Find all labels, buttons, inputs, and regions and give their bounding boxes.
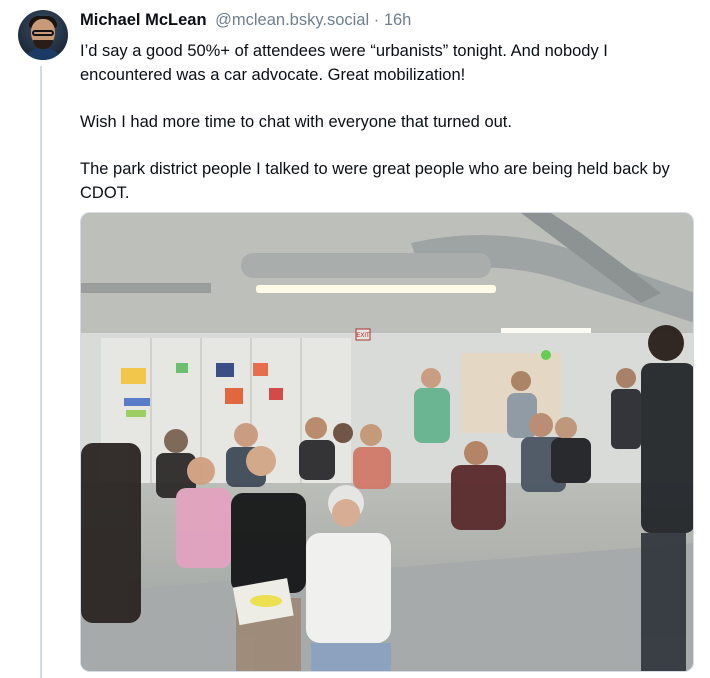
post-timestamp[interactable]: 16h bbox=[384, 11, 412, 29]
post-paragraph-2: Wish I had more time to chat with everyo… bbox=[80, 113, 512, 131]
exit-sign-text: EXIT bbox=[356, 333, 370, 339]
author-handle[interactable]: @mclean.bsky.social bbox=[215, 11, 369, 29]
post-paragraph-1: I’d say a good 50%+ of attendees were “u… bbox=[80, 42, 608, 84]
meeting-photo-illustration: EXIT bbox=[81, 213, 693, 671]
post-text: I’d say a good 50%+ of attendees were “u… bbox=[80, 39, 702, 205]
post-header: Michael McLean @mclean.bsky.social · 16h bbox=[80, 10, 411, 30]
post-paragraph-3: The park district people I talked to wer… bbox=[80, 160, 670, 202]
author-name[interactable]: Michael McLean bbox=[80, 11, 207, 29]
author-avatar[interactable] bbox=[18, 10, 68, 60]
separator-dot: · bbox=[373, 11, 380, 29]
thread-line bbox=[40, 66, 42, 678]
post-image[interactable]: EXIT bbox=[80, 212, 694, 672]
